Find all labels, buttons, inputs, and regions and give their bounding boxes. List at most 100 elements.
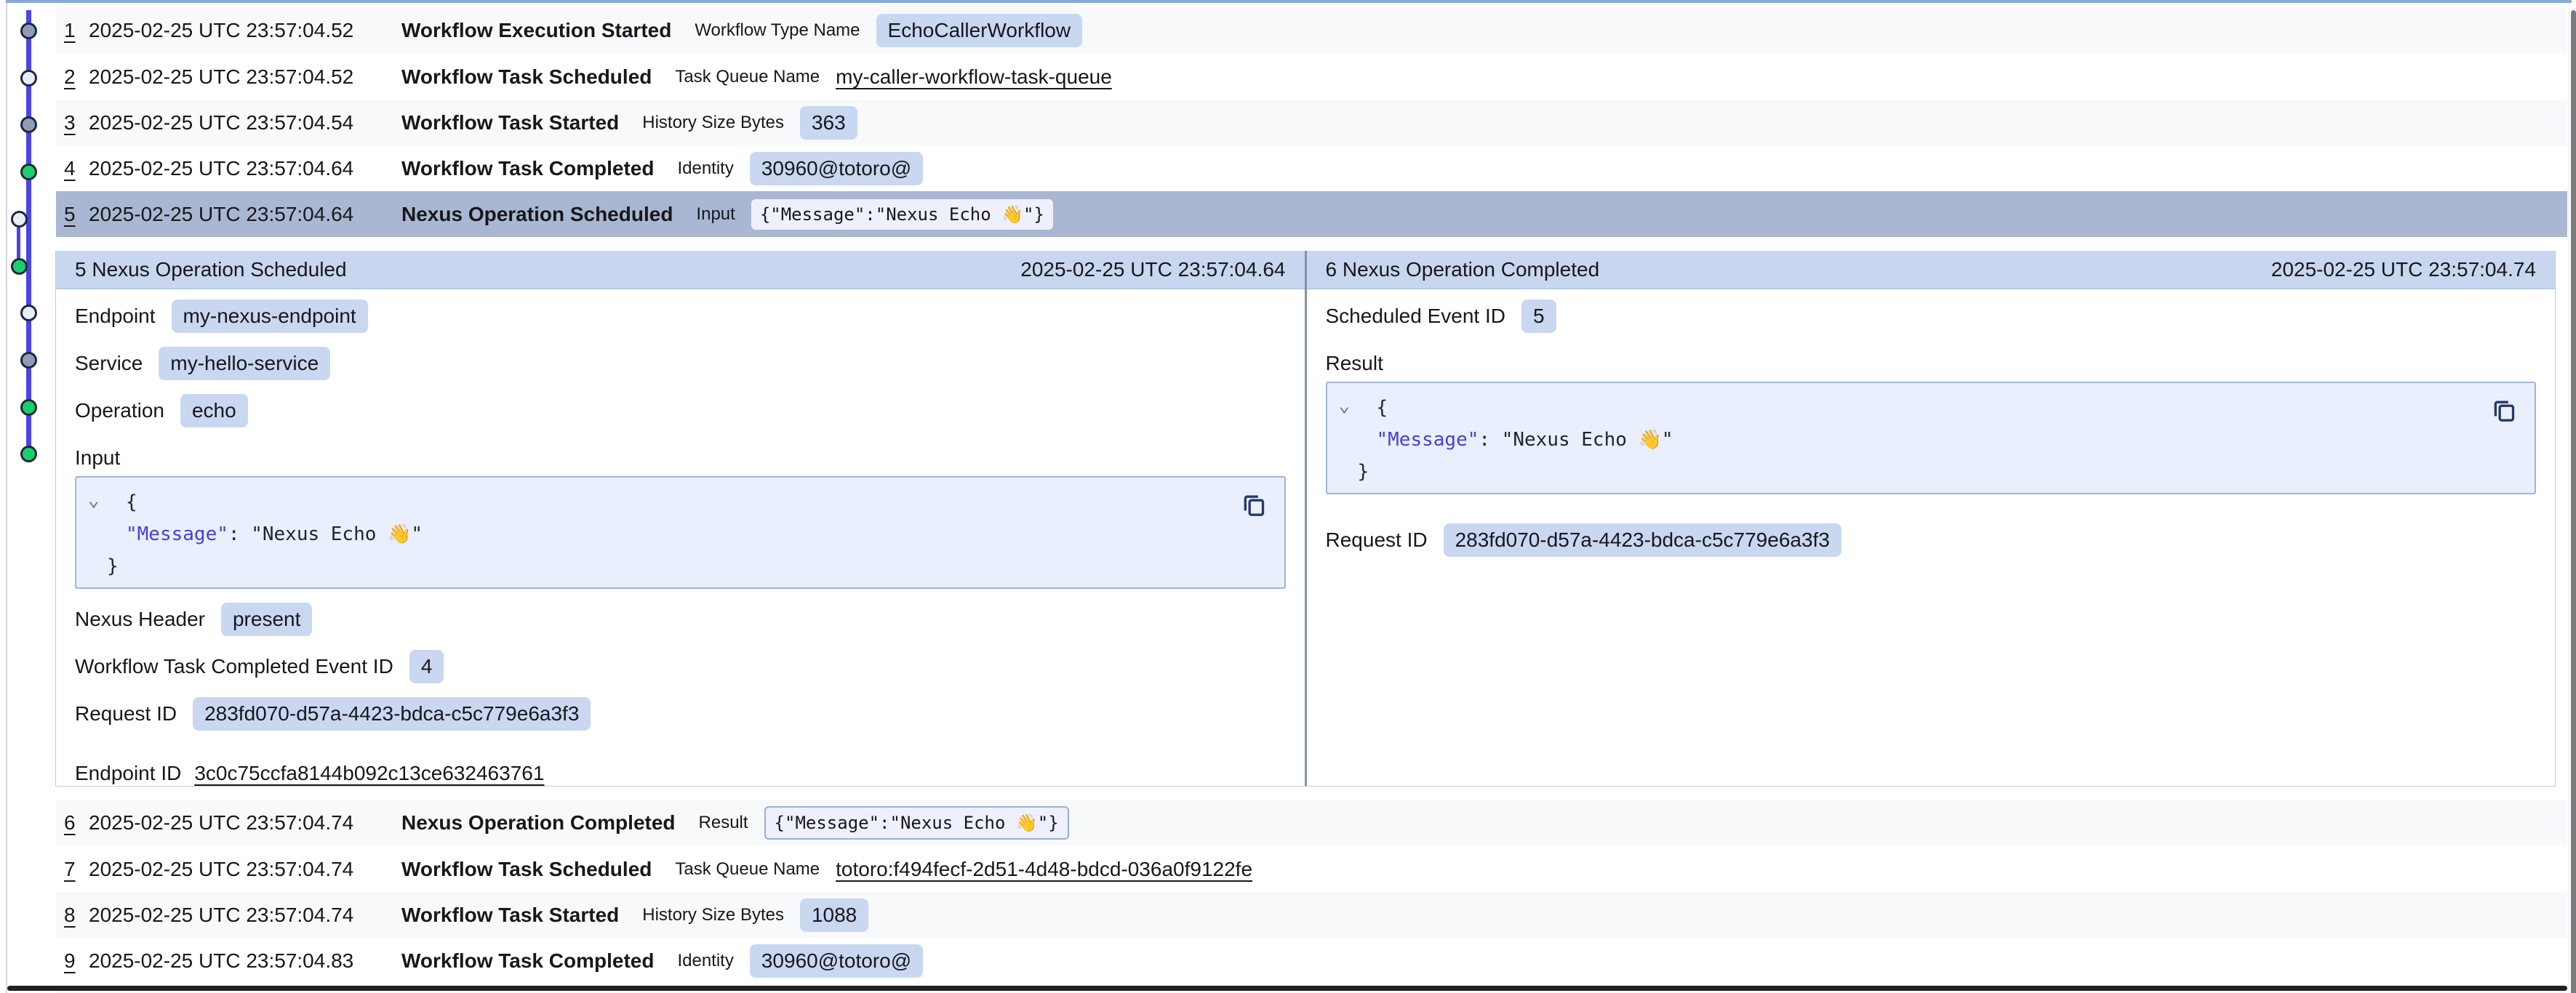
event-id-link[interactable]: 2	[64, 65, 89, 89]
field-service: Service my-hello-service	[75, 347, 1286, 380]
timeline-event-dot-green	[20, 446, 37, 462]
json-line-kv: "Message": "Nexus Echo 👋"	[88, 518, 1284, 550]
timeline-event-dot-light	[20, 70, 37, 87]
field-value-chip: my-nexus-endpoint	[172, 299, 368, 333]
field-value-chip: 5	[1521, 299, 1556, 333]
field-wtc-event-id: Workflow Task Completed Event ID 4	[75, 650, 1286, 683]
event-name: Nexus Operation Scheduled	[401, 203, 673, 226]
event-row-8[interactable]: 8 2025-02-25 UTC 23:57:04.74 Workflow Ta…	[56, 892, 2567, 938]
field-input-label: Input	[75, 441, 1286, 475]
panel-timestamp: 2025-02-25 UTC 23:57:04.74	[2271, 258, 2536, 281]
event-attr-label: Identity	[677, 158, 733, 179]
field-endpoint: Endpoint my-nexus-endpoint	[75, 299, 1286, 333]
event-attr-label: Result	[699, 813, 748, 833]
timeline-event-dot-green	[11, 258, 28, 275]
field-label: Workflow Task Completed Event ID	[75, 655, 393, 678]
event-id-link[interactable]: 7	[64, 858, 89, 881]
event-timestamp: 2025-02-25 UTC 23:57:04.74	[89, 811, 401, 835]
chevron-down-icon[interactable]: ⌄	[1339, 390, 1358, 422]
event-attr-value-chip: 1088	[800, 898, 868, 932]
field-nexus-header: Nexus Header present	[75, 603, 1286, 636]
timeline-event-dot-gray	[20, 352, 37, 369]
event-row-4[interactable]: 4 2025-02-25 UTC 23:57:04.64 Workflow Ta…	[56, 145, 2567, 191]
field-value-chip: 283fd070-d57a-4423-bdca-c5c779e6a3f3	[1444, 523, 1841, 557]
chevron-down-icon[interactable]: ⌄	[88, 484, 107, 516]
endpoint-id-link[interactable]: 3c0c75ccfa8144b092c13ce632463761	[194, 762, 544, 785]
panel-timestamp: 2025-02-25 UTC 23:57:04.64	[1020, 258, 1285, 281]
panel-header: 5 Nexus Operation Scheduled 2025-02-25 U…	[56, 251, 1305, 289]
input-json-viewer: ⌄{ "Message": "Nexus Echo 👋" }	[75, 476, 1286, 589]
json-line-open: ⌄{	[88, 486, 1284, 518]
task-queue-link[interactable]: my-caller-workflow-task-queue	[836, 65, 1112, 89]
json-line-close: }	[88, 550, 1284, 582]
json-colon: :	[1479, 429, 1501, 451]
timeline-event-dot-gray	[20, 23, 37, 39]
field-result-label: Result	[1326, 347, 2537, 380]
json-key: "Message"	[126, 523, 228, 545]
event-attr-label: Task Queue Name	[675, 67, 820, 87]
event-attr-label: Input	[696, 204, 735, 225]
copy-button[interactable]	[2488, 395, 2520, 427]
event-name: Workflow Execution Started	[401, 19, 671, 42]
event-name: Workflow Task Scheduled	[401, 858, 652, 881]
event-attr-label: Identity	[677, 951, 733, 971]
field-label: Service	[75, 352, 143, 375]
field-value-chip: my-hello-service	[159, 347, 330, 380]
event-row-2[interactable]: 2 2025-02-25 UTC 23:57:04.52 Workflow Ta…	[56, 54, 2567, 100]
event-attr-value-chip: 30960@totoro@	[750, 944, 923, 978]
event-id-link[interactable]: 4	[64, 157, 89, 180]
field-label: Request ID	[1326, 528, 1428, 552]
panel-title: 5 Nexus Operation Scheduled	[75, 258, 347, 281]
event-row-1[interactable]: 1 2025-02-25 UTC 23:57:04.52 Workflow Ex…	[56, 7, 2567, 54]
result-json-viewer: ⌄{ "Message": "Nexus Echo 👋" }	[1326, 382, 2537, 494]
event-id-link[interactable]: 1	[64, 19, 89, 42]
nexus-completed-panel: 6 Nexus Operation Completed 2025-02-25 U…	[1307, 251, 2556, 786]
copy-button[interactable]	[1238, 489, 1270, 521]
event-timestamp: 2025-02-25 UTC 23:57:04.52	[89, 65, 401, 89]
field-request-id: Request ID 283fd070-d57a-4423-bdca-c5c77…	[1326, 523, 2537, 557]
workflow-history-screen: 1 2025-02-25 UTC 23:57:04.52 Workflow Ex…	[0, 0, 2576, 993]
horizontal-scrollbar[interactable]	[7, 986, 2567, 991]
field-label: Result	[1326, 352, 1383, 375]
panel-body: Scheduled Event ID 5 Result ⌄{ "Message"…	[1307, 289, 2556, 567]
task-queue-link[interactable]: totoro:f494fecf-2d51-4d48-bdcd-036a0f912…	[836, 858, 1252, 881]
field-request-id: Request ID 283fd070-d57a-4423-bdca-c5c77…	[75, 697, 1286, 731]
json-colon: :	[228, 523, 251, 545]
event-name: Nexus Operation Completed	[401, 811, 676, 835]
event-timestamp: 2025-02-25 UTC 23:57:04.74	[89, 858, 401, 881]
field-label: Input	[75, 446, 120, 470]
nexus-scheduled-panel: 5 Nexus Operation Scheduled 2025-02-25 U…	[56, 251, 1305, 786]
event-row-6[interactable]: 6 2025-02-25 UTC 23:57:04.74 Nexus Opera…	[56, 800, 2567, 846]
field-label: Nexus Header	[75, 608, 205, 631]
timeline-event-dot-green	[20, 164, 37, 180]
event-result-json-chip: {"Message":"Nexus Echo 👋"}	[764, 806, 1069, 840]
event-row-9[interactable]: 9 2025-02-25 UTC 23:57:04.83 Workflow Ta…	[56, 938, 2567, 984]
event-attr-label: Workflow Type Name	[695, 20, 860, 41]
event-id-link[interactable]: 3	[64, 111, 89, 134]
event-timestamp: 2025-02-25 UTC 23:57:04.52	[89, 19, 401, 42]
event-detail-panels: 5 Nexus Operation Scheduled 2025-02-25 U…	[55, 251, 2556, 787]
timeline-event-dot-light	[20, 305, 37, 321]
event-name: Workflow Task Completed	[401, 949, 654, 973]
event-id-link[interactable]: 8	[64, 904, 89, 927]
event-attr-value-chip: EchoCallerWorkflow	[876, 14, 1083, 47]
timeline-event-dot-light	[11, 211, 28, 228]
timeline-event-dot-green	[20, 399, 37, 416]
event-row-7[interactable]: 7 2025-02-25 UTC 23:57:04.74 Workflow Ta…	[56, 846, 2567, 892]
event-id-link[interactable]: 5	[64, 203, 89, 226]
event-timeline-rail	[0, 0, 56, 509]
event-row-3[interactable]: 3 2025-02-25 UTC 23:57:04.54 Workflow Ta…	[56, 100, 2567, 145]
copy-icon	[2489, 395, 2519, 425]
vertical-scrollbar[interactable]	[2571, 10, 2576, 993]
event-id-link[interactable]: 9	[64, 949, 89, 973]
event-name: Workflow Task Started	[401, 111, 619, 134]
event-id-link[interactable]: 6	[64, 811, 89, 835]
timeline-event-dot-gray	[20, 116, 37, 133]
event-attr-label: History Size Bytes	[642, 905, 784, 925]
panel-title: 6 Nexus Operation Completed	[1326, 258, 1600, 281]
event-row-5-selected[interactable]: 5 2025-02-25 UTC 23:57:04.64 Nexus Opera…	[56, 191, 2567, 237]
event-name: Workflow Task Completed	[401, 157, 654, 180]
field-operation: Operation echo	[75, 394, 1286, 427]
field-endpoint-id: Endpoint ID 3c0c75ccfa8144b092c13ce63246…	[75, 757, 1286, 790]
panel-body: Endpoint my-nexus-endpoint Service my-he…	[56, 289, 1305, 800]
